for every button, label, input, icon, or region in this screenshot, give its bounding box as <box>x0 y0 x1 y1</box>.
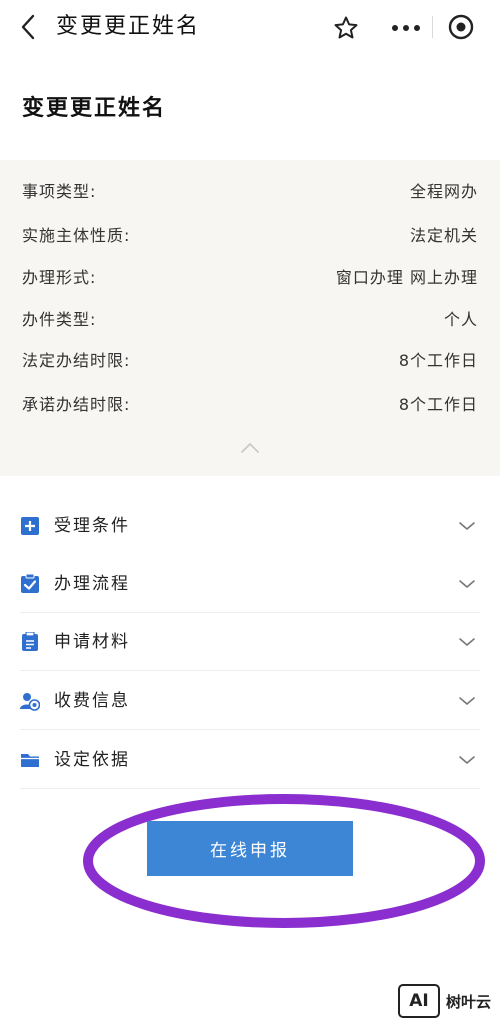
info-panel: 事项类型: 全程网办 实施主体性质: 法定机关 办理形式: 窗口办理 网上办理 … <box>0 160 500 476</box>
close-miniprogram-icon[interactable] <box>444 10 478 44</box>
info-row-case-type: 办件类型: 个人 <box>0 305 500 335</box>
info-label: 办理形式: <box>22 268 97 287</box>
section-item-fees[interactable]: 收费信息 <box>0 672 500 730</box>
info-row-promised-deadline: 承诺办结时限: 8个工作日 <box>0 390 500 420</box>
info-row-authority: 实施主体性质: 法定机关 <box>0 221 500 251</box>
info-row-legal-deadline: 法定办结时限: 8个工作日 <box>0 346 500 376</box>
divider <box>20 788 480 789</box>
section-label: 设定依据 <box>54 750 130 770</box>
star-icon[interactable] <box>330 12 362 44</box>
info-value: 全程网办 <box>409 182 478 201</box>
info-row-handling-form: 办理形式: 窗口办理 网上办理 <box>0 263 500 293</box>
page-title: 变更更正姓名 <box>22 96 167 121</box>
info-value: 8个工作日 <box>398 395 478 414</box>
info-value: 个人 <box>443 310 478 329</box>
folder-icon <box>20 750 40 770</box>
checklist-icon <box>20 573 40 594</box>
nav-title: 变更更正姓名 <box>56 14 201 39</box>
clipboard-icon <box>20 631 40 652</box>
section-label: 申请材料 <box>54 632 130 652</box>
chevron-down-icon[interactable] <box>456 750 478 770</box>
watermark-logo: AI <box>398 984 440 1018</box>
section-item-basis[interactable]: 设定依据 <box>0 731 500 789</box>
navigation-bar: 变更更正姓名 <box>0 0 500 54</box>
info-label: 法定办结时限: <box>22 351 131 370</box>
info-label: 办件类型: <box>22 310 97 329</box>
more-icon[interactable] <box>388 12 424 44</box>
section-label: 受理条件 <box>54 516 130 536</box>
chevron-up-icon[interactable] <box>236 438 264 458</box>
chevron-down-icon[interactable] <box>456 691 478 711</box>
user-fee-icon <box>20 691 41 711</box>
section-item-materials[interactable]: 申请材料 <box>0 613 500 671</box>
watermark: AI 树叶云 <box>398 982 496 1020</box>
info-value: 法定机关 <box>409 226 478 245</box>
divider <box>20 670 480 671</box>
chevron-down-icon[interactable] <box>456 632 478 652</box>
section-item-conditions[interactable]: 受理条件 <box>0 497 500 555</box>
plus-square-icon <box>20 516 40 536</box>
info-value: 窗口办理 网上办理 <box>335 268 478 287</box>
section-item-process[interactable]: 办理流程 <box>0 555 500 613</box>
section-label: 收费信息 <box>54 691 130 711</box>
chevron-down-icon[interactable] <box>456 574 478 594</box>
info-label: 事项类型: <box>22 182 97 201</box>
watermark-text: 树叶云 <box>446 992 492 1011</box>
info-value: 8个工作日 <box>398 351 478 370</box>
info-row-item-type: 事项类型: 全程网办 <box>0 177 500 207</box>
back-icon[interactable] <box>12 10 44 44</box>
info-label: 实施主体性质: <box>22 226 131 245</box>
divider <box>20 729 480 730</box>
info-label: 承诺办结时限: <box>22 395 131 414</box>
apply-online-button[interactable]: 在线申报 <box>147 821 353 876</box>
section-label: 办理流程 <box>54 574 130 594</box>
chevron-down-icon[interactable] <box>456 516 478 536</box>
nav-divider <box>432 16 433 38</box>
